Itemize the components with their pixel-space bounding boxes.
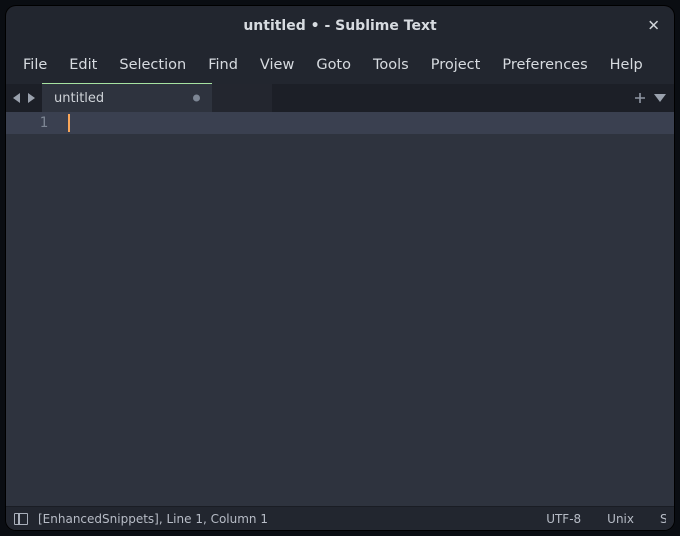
status-line-endings[interactable]: Unix	[599, 512, 642, 526]
caret-icon	[68, 114, 70, 132]
gutter: 1	[6, 112, 68, 506]
menu-view[interactable]: View	[249, 51, 305, 79]
menu-help[interactable]: Help	[599, 51, 654, 79]
menu-bar: File Edit Selection Find View Goto Tools…	[6, 46, 674, 84]
menu-file[interactable]: File	[12, 51, 58, 79]
menu-project[interactable]: Project	[420, 51, 492, 79]
window-close-button[interactable]: ✕	[647, 19, 660, 34]
tab-untitled[interactable]: untitled	[42, 84, 212, 112]
status-encoding[interactable]: UTF-8	[538, 512, 589, 526]
app-window: untitled • - Sublime Text ✕ File Edit Se…	[6, 6, 674, 530]
sidebar-toggle-icon[interactable]	[14, 513, 28, 525]
status-snippets: [EnhancedSnippets],	[38, 512, 163, 526]
status-left: [EnhancedSnippets], Line 1, Column 1	[38, 512, 268, 526]
tab-history-nav	[6, 84, 42, 112]
tab-dirty-indicator-icon	[193, 95, 200, 102]
tab-label: untitled	[54, 91, 104, 106]
tab-strip: untitled	[6, 84, 674, 112]
tab-dropdown-icon[interactable]	[654, 93, 666, 103]
tab-ghost	[212, 84, 272, 112]
line-number: 1	[6, 112, 48, 134]
menu-selection[interactable]: Selection	[108, 51, 197, 79]
tab-history-forward-icon[interactable]	[24, 85, 38, 111]
status-syntax[interactable]: S	[652, 512, 666, 526]
new-tab-button[interactable]	[634, 92, 646, 104]
menu-tools[interactable]: Tools	[362, 51, 420, 79]
status-position: Line 1, Column 1	[167, 512, 269, 526]
menu-edit[interactable]: Edit	[58, 51, 108, 79]
text-editor[interactable]	[68, 112, 674, 506]
menu-preferences[interactable]: Preferences	[491, 51, 598, 79]
title-bar: untitled • - Sublime Text ✕	[6, 6, 674, 46]
tab-history-back-icon[interactable]	[10, 85, 24, 111]
menu-goto[interactable]: Goto	[305, 51, 362, 79]
menu-find[interactable]: Find	[197, 51, 249, 79]
editor-area: 1	[6, 112, 674, 506]
status-bar: [EnhancedSnippets], Line 1, Column 1 UTF…	[6, 506, 674, 530]
window-title: untitled • - Sublime Text	[243, 18, 436, 34]
